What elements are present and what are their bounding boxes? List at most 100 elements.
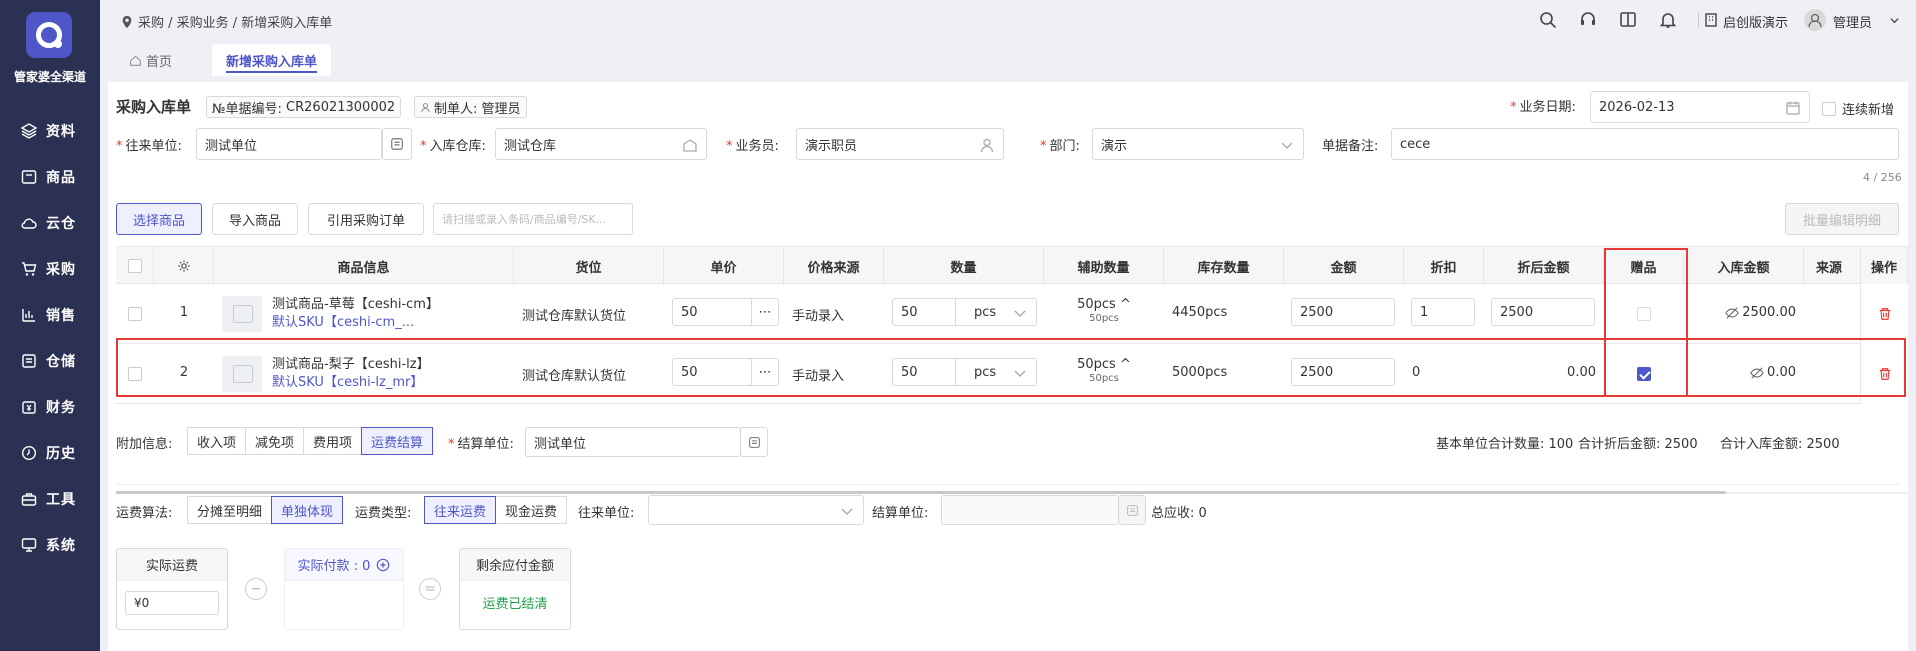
chevron-down-icon[interactable] xyxy=(1890,16,1899,25)
eye-off-icon[interactable] xyxy=(1725,306,1739,320)
import-goods-button[interactable]: 导入商品 xyxy=(212,203,298,235)
stock-value: 4450pcs xyxy=(1172,305,1228,320)
maker-label: 制单人: xyxy=(434,101,478,117)
tab-label: 首页 xyxy=(146,54,173,70)
chevron-up-icon[interactable]: ^ xyxy=(1120,297,1131,312)
sidebar-item-system[interactable]: 系统 xyxy=(0,528,100,562)
goods-sku-link[interactable]: 默认SKU【ceshi-cm_... xyxy=(272,314,439,332)
sidebar-item-data[interactable]: 资料 xyxy=(0,114,100,148)
unit-select[interactable]: pcs xyxy=(955,358,1037,386)
sidebar-item-cloud[interactable]: 云仓 xyxy=(0,206,100,240)
freight-total-label: 总应收: xyxy=(1151,506,1195,521)
header-goods-info: 商品信息 xyxy=(214,247,514,285)
add-circle-icon[interactable] xyxy=(376,558,390,572)
settle-unit-picker-button[interactable] xyxy=(740,427,768,457)
partner-picker-button[interactable] xyxy=(382,128,412,160)
tab-deduction[interactable]: 减免项 xyxy=(245,427,305,455)
select-list-icon xyxy=(1126,504,1138,516)
delete-icon[interactable] xyxy=(1878,307,1892,321)
chevron-down-icon xyxy=(1281,142,1293,149)
price-more-button[interactable]: ⋯ xyxy=(751,358,779,386)
avatar[interactable] xyxy=(1804,9,1826,31)
sidebar-item-label: 系统 xyxy=(46,538,76,554)
freight-algo-options: 分摊至明细 单独体现 xyxy=(187,496,344,524)
bell-icon[interactable] xyxy=(1659,11,1677,29)
partner-value: 测试单位 xyxy=(205,138,258,154)
gift-checkbox[interactable] xyxy=(1637,367,1651,381)
user-name[interactable]: 管理员 xyxy=(1833,12,1872,31)
tab-expense[interactable]: 费用项 xyxy=(303,427,363,455)
sidebar-item-goods[interactable]: 商品 xyxy=(0,160,100,194)
option-separate[interactable]: 单独体现 xyxy=(271,496,344,524)
freight-partner-select[interactable] xyxy=(648,495,864,525)
sum-in-amount: 合计入库金额: 2500 xyxy=(1720,437,1840,452)
remark-field[interactable]: cece xyxy=(1391,128,1899,160)
option-cash-freight[interactable]: 现金运费 xyxy=(495,496,568,524)
sidebar-item-sales[interactable]: 销售 xyxy=(0,298,100,332)
chevron-down-icon xyxy=(1014,370,1026,377)
freight-settle-field[interactable] xyxy=(941,495,1119,525)
row-checkbox[interactable] xyxy=(128,307,142,321)
sidebar-item-storage[interactable]: 仓储 xyxy=(0,344,100,378)
qty-value: 50 xyxy=(901,304,918,320)
actual-freight-input[interactable]: ¥0 xyxy=(125,591,219,615)
checkbox[interactable] xyxy=(1822,101,1836,116)
clerk-field[interactable]: 演示职员 xyxy=(796,128,1004,160)
home-icon xyxy=(130,55,141,66)
horizontal-scrollbar-thumb[interactable] xyxy=(116,491,1726,494)
delete-icon[interactable] xyxy=(1878,367,1892,381)
sidebar-item-history[interactable]: 历史 xyxy=(0,436,100,470)
dept-select[interactable]: 演示 xyxy=(1092,128,1304,160)
batch-edit-button[interactable]: 批量编辑明细 xyxy=(1785,203,1899,235)
checkbox[interactable] xyxy=(127,259,142,273)
edition-label[interactable]: 启创版演示 xyxy=(1723,12,1788,31)
sidebar-item-purchase[interactable]: 采购 xyxy=(0,252,100,286)
tab-new-purchase-receipt[interactable]: 新增采购入库单 xyxy=(212,44,332,76)
price-input[interactable]: 50 xyxy=(672,298,752,326)
continuous-add-checkbox[interactable]: 连续新增 xyxy=(1822,99,1894,118)
sidebar-item-label: 仓储 xyxy=(46,354,76,370)
reference-order-button[interactable]: 引用采购订单 xyxy=(308,203,424,235)
headset-icon[interactable] xyxy=(1579,11,1597,29)
price-input[interactable]: 50 xyxy=(672,358,752,386)
qty-input[interactable]: 50 xyxy=(892,358,956,386)
goods-sku-link[interactable]: 默认SKU【ceshi-lz_mr】 xyxy=(272,374,430,392)
qty-input[interactable]: 50 xyxy=(892,298,956,326)
search-icon[interactable] xyxy=(1539,11,1557,29)
settle-unit-value: 测试单位 xyxy=(534,436,587,452)
equals-icon: = xyxy=(419,578,441,600)
scan-input[interactable]: 请扫描或录入条码/商品编号/SK... xyxy=(433,203,633,235)
discount-input[interactable]: 1 xyxy=(1411,298,1475,326)
biz-date-field[interactable]: 2026-02-13 xyxy=(1590,91,1810,123)
warehouse-field[interactable]: 测试仓库 xyxy=(495,128,707,160)
tab-freight-settlement[interactable]: 运费结算 xyxy=(361,427,434,455)
option-partner-freight[interactable]: 往来运费 xyxy=(424,496,497,524)
tab-income[interactable]: 收入项 xyxy=(187,427,247,455)
unit-select[interactable]: pcs xyxy=(955,298,1037,326)
tab-home[interactable]: 首页 xyxy=(115,44,186,76)
sidebar-item-label: 云仓 xyxy=(46,216,76,232)
price-more-button[interactable]: ⋯ xyxy=(751,298,779,326)
sidebar-item-finance[interactable]: 财务 xyxy=(0,390,100,424)
in-amount: 0.00 xyxy=(1684,365,1796,380)
settle-unit-field[interactable]: 测试单位 xyxy=(525,427,741,457)
partner-field[interactable]: 测试单位 xyxy=(196,128,382,160)
select-goods-button[interactable]: 选择商品 xyxy=(116,203,202,235)
disc-amount-input[interactable]: 2500 xyxy=(1491,298,1595,326)
option-split-to-detail[interactable]: 分摊至明细 xyxy=(187,496,273,524)
gear-icon[interactable] xyxy=(177,259,191,273)
chevron-up-icon[interactable]: ^ xyxy=(1120,357,1131,372)
gift-checkbox[interactable] xyxy=(1637,307,1651,321)
location-value: 测试仓库默认货位 xyxy=(522,309,627,324)
minus-icon: − xyxy=(245,578,267,600)
amount-input[interactable]: 2500 xyxy=(1291,358,1395,386)
row-checkbox[interactable] xyxy=(128,367,142,381)
book-icon[interactable] xyxy=(1619,11,1637,29)
amount-input[interactable]: 2500 xyxy=(1291,298,1395,326)
sidebar-item-tools[interactable]: 工具 xyxy=(0,482,100,516)
freight-settle-picker-button[interactable] xyxy=(1118,495,1146,525)
page-tabs: 首页 新增采购入库单 xyxy=(100,40,1916,76)
select-all-checkbox-cell[interactable] xyxy=(116,247,154,285)
eye-off-icon[interactable] xyxy=(1750,366,1764,380)
column-settings[interactable] xyxy=(154,247,214,285)
